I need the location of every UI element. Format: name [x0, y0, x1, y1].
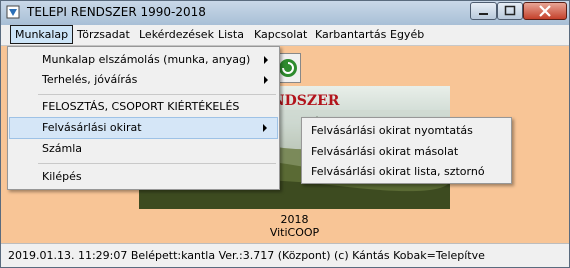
menu-item-label: Kilépés: [42, 170, 82, 183]
menu-kapcsolat[interactable]: Kapcsolat: [250, 25, 311, 44]
menu-torzsadat[interactable]: Törzsadat: [73, 25, 134, 44]
app-icon[interactable]: [6, 5, 20, 19]
window-title: TELEPI RENDSZER 1990-2018: [27, 5, 206, 19]
menu-item-felosztas[interactable]: FELOSZTÁS, CSOPORT KIÉRTÉKELÉS: [9, 96, 278, 118]
submenu-item-lista-sztorno[interactable]: Felvásárlási okirat lista, sztornó: [303, 161, 510, 182]
minimize-button[interactable]: [470, 2, 497, 20]
menu-item-label: Számla: [42, 142, 83, 155]
submenu-arrow-icon: [264, 76, 268, 84]
maximize-icon: [504, 5, 516, 16]
menu-item-szamla[interactable]: Számla: [9, 138, 278, 160]
status-bar: 2019.01.13. 11:29:07 Belépett:kantla Ver…: [1, 243, 569, 267]
submenu-item-nyomtatas[interactable]: Felvásárlási okirat nyomtatás: [303, 120, 510, 141]
footer-brand: VitiCOOP: [269, 226, 320, 239]
menu-bar: Munkalap Törzsadat Lekérdezések Lista Ka…: [1, 25, 569, 46]
menu-egyeb[interactable]: Egyéb: [386, 25, 428, 44]
menu-item-munkalap-elszamolas[interactable]: Munkalap elszámolás (munka, anyag): [9, 49, 278, 71]
footer-year: 2018: [280, 213, 309, 226]
menu-item-terheles[interactable]: Terhelés, jóváírás: [9, 69, 278, 91]
close-icon: [539, 5, 551, 17]
munkalap-dropdown: Munkalap elszámolás (munka, anyag) Terhe…: [7, 46, 280, 190]
status-text: 2019.01.13. 11:29:07 Belépett:kantla Ver…: [8, 249, 485, 262]
app-window: TELEPI RENDSZER 1990-2018 Munkalap Törzs…: [0, 0, 570, 268]
menu-munkalap[interactable]: Munkalap: [10, 25, 74, 44]
minimize-icon: [479, 13, 488, 15]
menu-item-label: Felvásárlási okirat: [42, 121, 142, 134]
menu-item-label: FELOSZTÁS, CSOPORT KIÉRTÉKELÉS: [42, 100, 240, 113]
menu-item-label: Munkalap elszámolás (munka, anyag): [42, 53, 251, 66]
menu-lekerdezesek[interactable]: Lekérdezések: [135, 25, 218, 44]
menu-separator: [38, 163, 276, 164]
submenu-item-masolat[interactable]: Felvásárlási okirat másolat: [303, 141, 510, 162]
title-bar[interactable]: TELEPI RENDSZER 1990-2018: [1, 1, 569, 25]
menu-karbantartas[interactable]: Karbantartás: [311, 25, 390, 44]
maximize-button[interactable]: [497, 2, 523, 20]
menu-item-label: Terhelés, jóváírás: [42, 73, 138, 86]
felvasarlasi-okirat-submenu: Felvásárlási okirat nyomtatás Felvásárlá…: [301, 117, 512, 184]
submenu-arrow-icon: [263, 124, 267, 132]
menu-item-felvasarlasi-okirat[interactable]: Felvásárlási okirat: [9, 117, 278, 139]
menu-lista[interactable]: Lista: [214, 25, 248, 44]
submenu-arrow-icon: [264, 56, 268, 64]
menu-separator: [38, 94, 276, 95]
close-button[interactable]: [523, 2, 567, 20]
menu-item-kilepes[interactable]: Kilépés: [9, 166, 278, 188]
